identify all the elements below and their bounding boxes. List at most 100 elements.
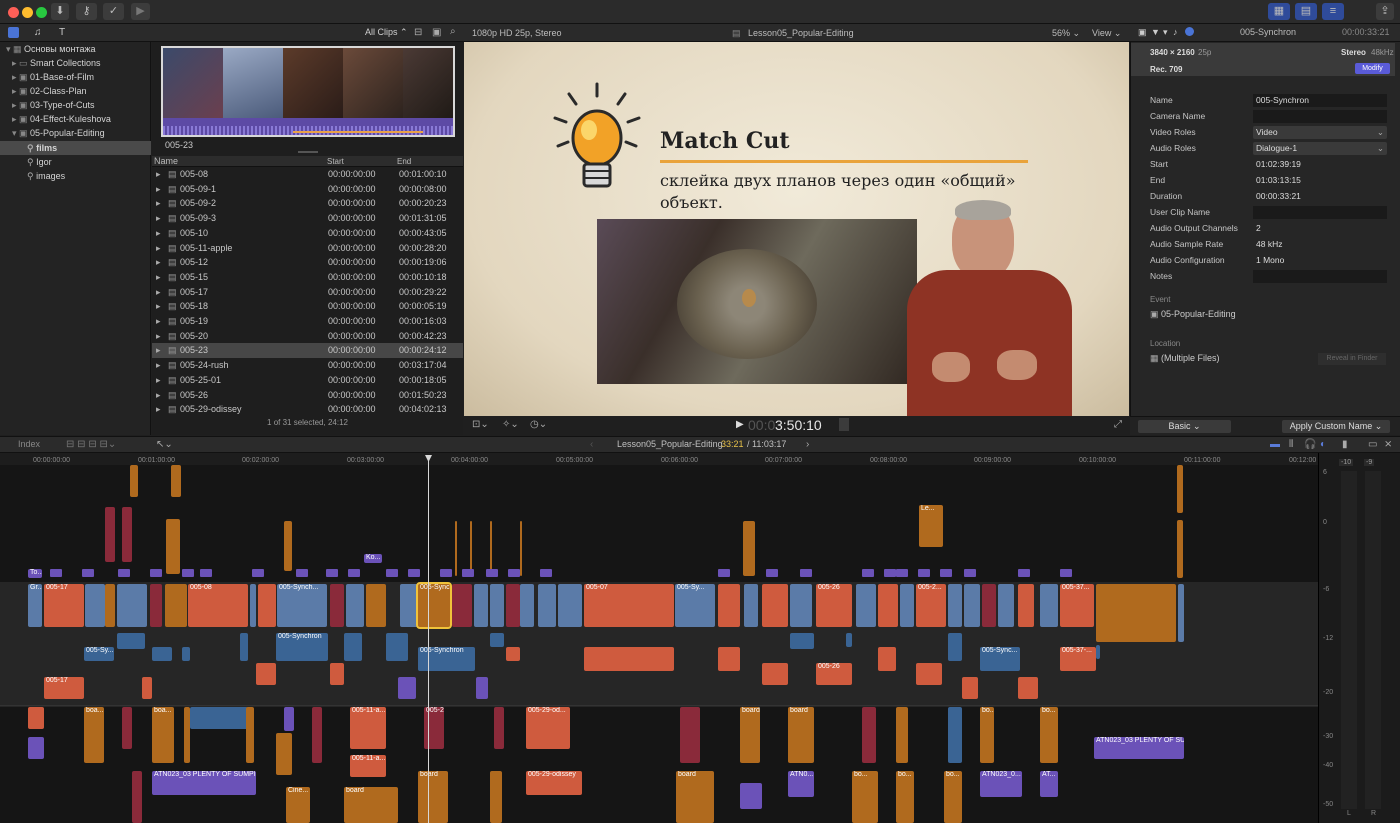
connected-clip[interactable] [490, 521, 492, 576]
marker-tag[interactable] [182, 569, 194, 577]
marker-tag[interactable] [884, 569, 896, 577]
disclosure-icon[interactable]: ▸ [156, 241, 161, 256]
disclosure-icon[interactable]: ▸ [156, 388, 161, 403]
solo-icon[interactable]: ◐ [1320, 439, 1326, 450]
primary-clip[interactable] [105, 584, 115, 627]
clip-appearance-icon[interactable]: ▬ [1270, 439, 1280, 450]
table-row[interactable]: ▸ ▤ 005-09-1 00:00:00:00 00:00:08:00 [152, 182, 463, 197]
index-button[interactable]: Index [18, 439, 40, 449]
connected-clip[interactable]: bo... [1040, 707, 1058, 763]
primary-clip[interactable] [400, 584, 420, 627]
audio-clip[interactable] [878, 647, 896, 671]
play-button[interactable]: ▶ [736, 419, 744, 430]
marker-tag[interactable] [918, 569, 930, 577]
marker-tag[interactable] [718, 569, 730, 577]
connected-clip[interactable]: 005-11-a... [350, 755, 386, 777]
column-name-header[interactable]: Name [154, 156, 178, 167]
connected-clip[interactable]: ATN023_03 PLENTY OF SUMPIN [152, 771, 256, 795]
primary-clip[interactable] [744, 584, 758, 627]
marker-tag[interactable] [296, 569, 308, 577]
table-row[interactable]: ▸ ▤ 005-24-rush 00:00:00:00 00:03:17:04 [152, 358, 463, 373]
column-end-header[interactable]: End [397, 156, 411, 167]
primary-clip[interactable] [474, 584, 488, 627]
connected-clip[interactable] [122, 507, 132, 562]
import-icon[interactable]: ⬇ [51, 3, 69, 20]
connected-clip[interactable]: board [344, 787, 398, 823]
marker-tag[interactable] [862, 569, 874, 577]
connected-clip[interactable] [312, 707, 322, 763]
keyword-collection-films[interactable]: ⚲ films [0, 141, 151, 155]
zoom-menu[interactable]: 56% ⌄ [1052, 24, 1080, 42]
connected-clip[interactable]: bo... [944, 771, 962, 823]
table-row[interactable]: ▸ ▤ 005-18 00:00:00:00 00:00:05:19 [152, 299, 463, 314]
connected-clip[interactable] [122, 707, 132, 749]
connected-clip[interactable] [948, 707, 962, 763]
disclosure-icon[interactable]: ▸ [156, 285, 161, 300]
audio-clip[interactable] [916, 663, 942, 685]
reveal-in-finder-button[interactable]: Reveal in Finder [1318, 353, 1386, 365]
connected-clip[interactable] [1177, 465, 1183, 513]
primary-clip[interactable] [452, 584, 472, 627]
audio-clip[interactable]: 005-Sync... [980, 647, 1020, 671]
audio-clip[interactable] [256, 663, 276, 685]
disclosure-icon[interactable]: ▸ [156, 343, 161, 358]
audio-clip[interactable] [948, 633, 962, 661]
video-inspector-icon[interactable]: ▣ [1138, 27, 1147, 38]
audio-clip[interactable] [790, 633, 814, 649]
primary-clip[interactable] [558, 584, 582, 627]
compound-clip[interactable] [1096, 584, 1176, 642]
marker-tag[interactable] [150, 569, 162, 577]
marker-tag[interactable] [896, 569, 908, 577]
disclosure-icon[interactable]: ▸ [156, 196, 161, 211]
connected-clip[interactable] [171, 465, 181, 497]
field-value[interactable]: 005-Synchron [1253, 94, 1387, 107]
audio-clip[interactable] [152, 647, 172, 661]
audio-clip[interactable] [506, 647, 520, 661]
marker-tag[interactable] [1018, 569, 1030, 577]
selected-clip[interactable]: 005-Sync [416, 582, 452, 629]
connected-clip[interactable] [28, 737, 44, 759]
connected-clip[interactable] [130, 465, 138, 497]
table-row[interactable]: ▸ ▤ 005-29-odissey 00:00:00:00 00:04:02:13 [152, 402, 463, 417]
connected-clip[interactable] [896, 707, 908, 763]
primary-clip[interactable]: 005-26 [816, 584, 852, 627]
audio-clip[interactable]: 005-26 [816, 663, 852, 685]
table-row[interactable]: ▸ ▤ 005-15 00:00:00:00 00:00:10:18 [152, 270, 463, 285]
event-item[interactable]: ▾ ▣ 05-Popular-Editing [0, 126, 151, 140]
snapping-icon[interactable]: ▮ [1342, 439, 1348, 450]
disclosure-icon[interactable]: ▸ [156, 402, 161, 417]
marker-tag[interactable] [326, 569, 338, 577]
connected-clip[interactable] [132, 771, 142, 823]
audio-clip[interactable] [962, 677, 978, 699]
marker-tag[interactable] [440, 569, 452, 577]
disclosure-icon[interactable]: ▸ [156, 226, 161, 241]
modify-button[interactable]: Modify [1355, 63, 1390, 74]
connected-clip[interactable]: ATN0... [788, 771, 814, 797]
marker-tag[interactable] [800, 569, 812, 577]
marker-tag[interactable] [200, 569, 212, 577]
connected-clip[interactable]: board [740, 707, 760, 763]
primary-clip[interactable] [998, 584, 1014, 627]
connected-clip[interactable]: bo... [852, 771, 878, 823]
connected-clip[interactable] [470, 521, 472, 576]
primary-clip[interactable] [165, 584, 187, 627]
primary-clip[interactable] [250, 584, 256, 627]
marker-tag[interactable] [964, 569, 976, 577]
table-row[interactable]: ▸ ▤ 005-20 00:00:00:00 00:00:42:23 [152, 329, 463, 344]
audio-clip[interactable] [762, 663, 788, 685]
marker-tag[interactable] [82, 569, 94, 577]
connected-clip[interactable] [190, 707, 248, 729]
disclosure-icon[interactable]: ▸ [156, 211, 161, 226]
primary-clip[interactable]: Gr... [28, 584, 42, 627]
divider-handle[interactable] [298, 151, 318, 153]
audio-clip[interactable] [846, 633, 852, 647]
clip-appearance-icon[interactable]: ⊟ [414, 27, 422, 38]
primary-clip[interactable]: 005-08 [188, 584, 248, 627]
audio-inspector-icon[interactable]: ♪ [1173, 27, 1178, 37]
connected-clip[interactable]: 005-29-od... [526, 707, 570, 749]
connected-clip[interactable]: 005-29-od... [424, 707, 444, 749]
primary-clip[interactable] [150, 584, 162, 627]
table-row[interactable]: ▸ ▤ 005-19 00:00:00:00 00:00:16:03 [152, 314, 463, 329]
audio-clip[interactable] [330, 663, 344, 685]
disclosure-icon[interactable]: ▸ [156, 270, 161, 285]
